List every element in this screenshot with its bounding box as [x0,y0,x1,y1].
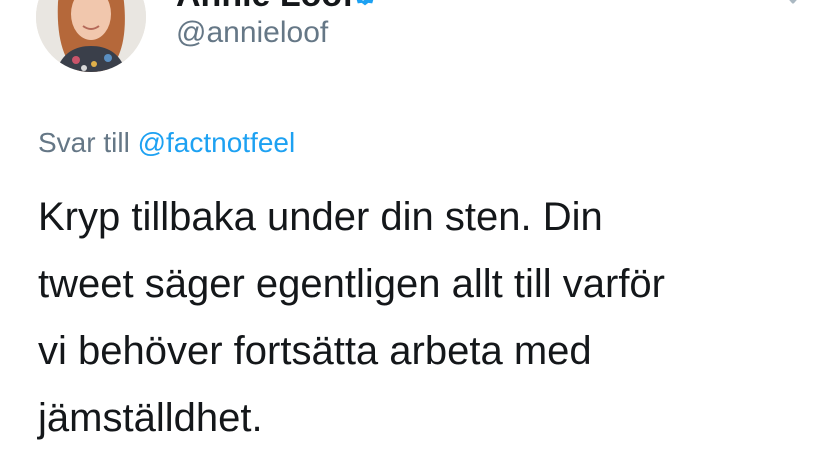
reply-context: Svar till @factnotfeel [38,126,295,160]
chevron-down-icon[interactable] [782,0,804,8]
profile-photo-icon [36,0,146,72]
tweet-text-line: tweet säger egentligen allt till varför [38,262,665,306]
tweet-text-line: Kryp tillbaka under din sten. Din [38,195,603,239]
tweet-text-line: vi behöver fortsätta arbeta med [38,329,592,373]
reply-prefix: Svar till [38,127,130,158]
tweet-card: Annie Lööf @annieloof Svar till @factnot… [0,0,828,468]
reply-mention-link[interactable]: @factnotfeel [138,127,296,158]
avatar[interactable] [36,0,146,72]
display-name[interactable]: Annie Lööf [176,0,354,12]
author-handle[interactable]: @annieloof [176,16,328,50]
tweet-text-line: jämställdhet. [38,396,263,440]
tweet-text: Kryp tillbaka under din sten. Din tweet … [38,184,808,452]
verified-badge-icon [356,0,374,6]
